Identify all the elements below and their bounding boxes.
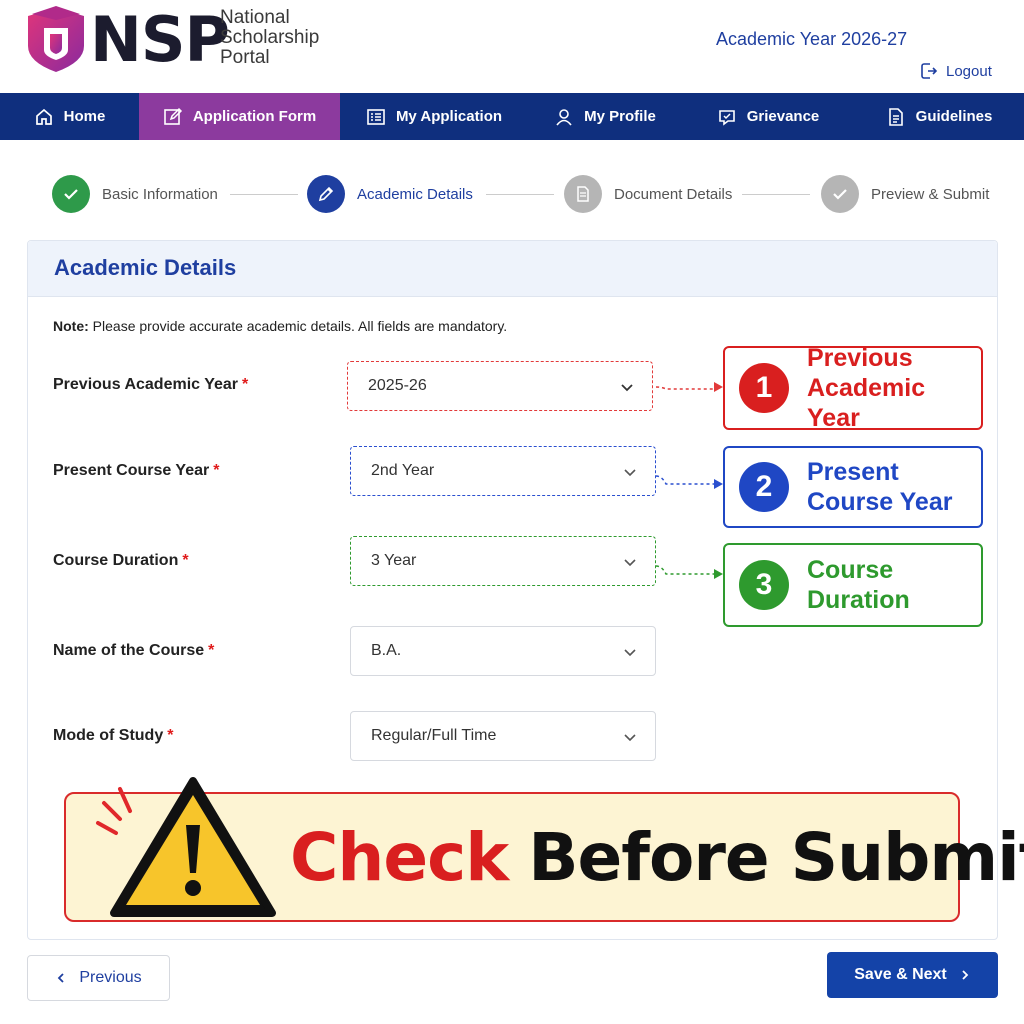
callout-present-course-year: 2 Present Course Year: [723, 446, 983, 528]
nav-item-application-form[interactable]: Application Form: [139, 93, 340, 140]
callout-number-badge: 3: [739, 560, 789, 610]
field-label-course-name: Name of the Course *: [53, 642, 215, 659]
nav-item-my-application[interactable]: My Application: [340, 93, 528, 140]
callout-connector-arrow: [656, 565, 723, 579]
page: NSP National Scholarship Portal Academic…: [0, 0, 1024, 1024]
step-label: Preview & Submit: [871, 185, 990, 203]
banner-message: Check Before Submit: [290, 820, 1024, 896]
chat-icon: [718, 109, 735, 126]
chevron-down-icon: [624, 469, 636, 477]
pencil-icon: [307, 175, 345, 213]
callout-course-duration: 3 Course Duration: [723, 543, 983, 627]
nav-item-label: My Profile: [584, 108, 656, 125]
callout-connector-arrow: [656, 382, 723, 392]
nav-item-label: My Application: [395, 108, 503, 125]
list-icon: [367, 108, 385, 125]
nav-item-home[interactable]: Home: [0, 93, 139, 140]
nav-item-grievance[interactable]: Grievance: [682, 93, 854, 140]
callout-text: Course Duration: [807, 556, 910, 614]
nav-item-label: Guidelines: [915, 108, 993, 125]
banner-text-black: Before Submit: [528, 819, 1024, 896]
chevron-down-icon: [624, 734, 636, 742]
save-and-next-label: Save & Next: [854, 966, 947, 983]
edit-icon: [164, 107, 182, 125]
step-academic-details[interactable]: Academic Details: [307, 175, 473, 213]
required-mark: *: [182, 552, 189, 569]
mode-of-study-select[interactable]: Regular/Full Time: [350, 711, 656, 761]
required-mark: *: [208, 642, 215, 659]
callout-text: Present Course Year: [807, 458, 953, 516]
step-connector: [742, 194, 810, 195]
chevron-down-icon: [624, 649, 636, 657]
callout-text: Previous Academic Year: [807, 344, 926, 432]
step-connector: [230, 194, 298, 195]
required-mark: *: [167, 727, 174, 744]
step-label: Academic Details: [357, 185, 473, 203]
callout-previous-academic-year: 1 Previous Academic Year: [723, 344, 983, 432]
chevron-down-icon: [621, 384, 633, 392]
progress-stepper: Basic Information Academic Details Docum…: [50, 175, 990, 215]
chevron-right-icon: [962, 970, 969, 980]
form-note: Note: Please provide accurate academic d…: [53, 318, 507, 334]
logo-subtitle-line: National: [220, 7, 290, 28]
academic-year-label: Academic Year 2026-27: [716, 29, 908, 49]
previous-button[interactable]: Previous: [27, 955, 170, 1001]
note-text: Please provide accurate academic details…: [88, 318, 508, 334]
check-icon: [821, 175, 859, 213]
banner-text-red: Check: [290, 819, 509, 896]
field-label-present-course-year: Present Course Year *: [53, 462, 220, 479]
nav-item-label: Grievance: [746, 108, 820, 125]
nsp-shield-logo-icon: [28, 6, 84, 72]
callout-number-badge: 2: [739, 462, 789, 512]
present-course-year-select[interactable]: 2nd Year: [350, 446, 656, 496]
document-icon: [564, 175, 602, 213]
nav-item-label: Home: [63, 108, 106, 125]
required-mark: *: [213, 462, 220, 479]
field-label-mode-of-study: Mode of Study *: [53, 727, 174, 744]
user-icon: [556, 108, 572, 126]
step-preview-submit[interactable]: Preview & Submit: [821, 175, 989, 213]
course-duration-select[interactable]: 3 Year: [350, 536, 656, 586]
header: NSP National Scholarship Portal Academic…: [0, 0, 1024, 92]
logout-label: Logout: [946, 62, 992, 80]
field-label-course-duration: Course Duration *: [53, 552, 189, 569]
select-value: 2025-26: [368, 377, 427, 394]
chevron-down-icon: [624, 559, 636, 567]
logo-wordmark: NSP: [90, 3, 230, 76]
callout-number-badge: 1: [739, 363, 789, 413]
document-icon: [888, 107, 903, 126]
required-mark: *: [242, 376, 249, 393]
select-value: 3 Year: [371, 552, 417, 569]
callout-connector-arrow: [656, 475, 723, 489]
nav-item-my-profile[interactable]: My Profile: [528, 93, 682, 140]
logo-subtitle-line: Portal: [220, 47, 270, 68]
check-icon: [52, 175, 90, 213]
logout-link[interactable]: Logout: [920, 62, 992, 80]
step-label: Document Details: [614, 185, 733, 203]
save-and-next-button[interactable]: Save & Next: [827, 952, 998, 998]
nav-item-guidelines[interactable]: Guidelines: [854, 93, 1024, 140]
logo-subtitle-line: Scholarship: [220, 27, 320, 48]
logo-subtitle: National Scholarship Portal: [220, 8, 360, 68]
card-title: Academic Details: [54, 255, 237, 280]
step-document-details[interactable]: Document Details: [564, 175, 732, 213]
step-connector: [486, 194, 554, 195]
select-value: Regular/Full Time: [371, 727, 497, 744]
course-name-select[interactable]: B.A.: [350, 626, 656, 676]
logout-icon: [921, 63, 938, 79]
step-label: Basic Information: [102, 185, 218, 203]
select-value: 2nd Year: [371, 462, 435, 479]
nav-item-label: Application Form: [192, 108, 317, 125]
main-nav: Home Application Form My Application My …: [0, 93, 1024, 140]
home-icon: [35, 108, 52, 125]
card-header: Academic Details: [28, 241, 997, 297]
note-label: Note:: [53, 318, 89, 334]
previous-academic-year-select[interactable]: 2025-26: [347, 361, 653, 411]
warning-icon: [96, 777, 276, 917]
field-label-previous-academic-year: Previous Academic Year *: [53, 376, 249, 393]
previous-button-label: Previous: [79, 969, 142, 986]
select-value: B.A.: [371, 642, 402, 659]
chevron-left-icon: [58, 973, 65, 983]
step-basic-information[interactable]: Basic Information: [52, 175, 218, 213]
